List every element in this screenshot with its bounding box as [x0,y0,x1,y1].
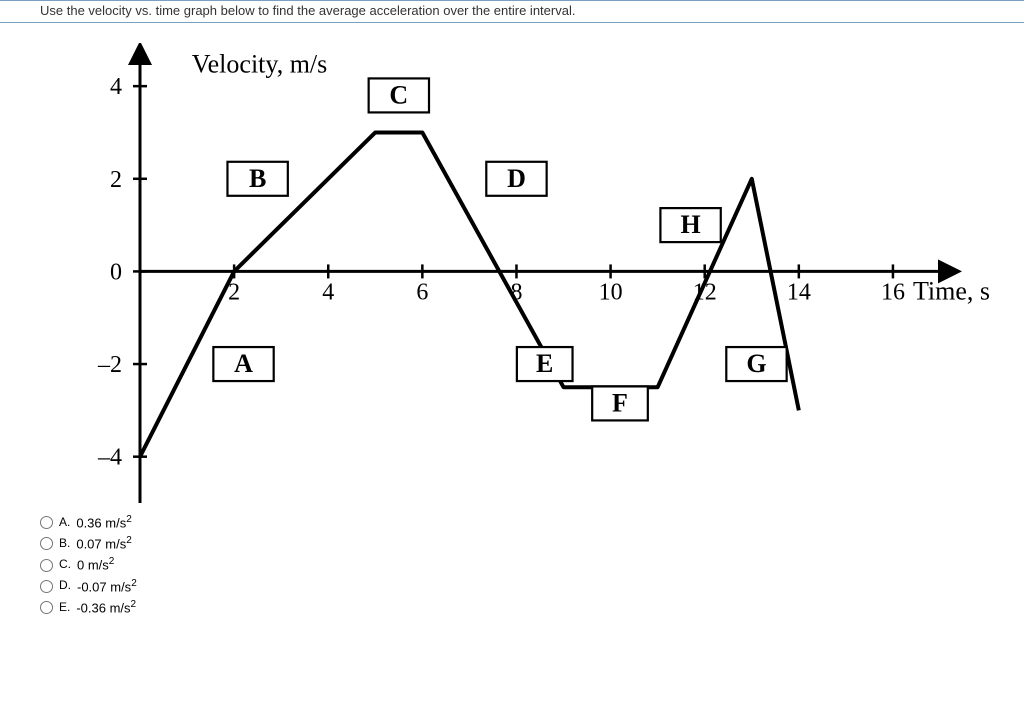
y-tick-label: 2 [110,167,122,193]
segment-label: G [746,349,766,378]
answer-option[interactable]: A. 0.36 m/s2 [40,513,1024,532]
segment-label: H [680,210,700,239]
segment-label: C [389,80,408,109]
option-letter: B. [59,536,70,552]
y-tick-label: –2 [97,352,122,378]
option-exponent: 2 [126,535,132,546]
chart-svg: 246810121416–4–2024Velocity, m/sTime, sA… [70,43,990,513]
answer-radio[interactable] [40,580,53,593]
x-tick-label: 16 [881,279,905,305]
x-tick-label: 14 [787,279,811,305]
option-letter: D. [59,578,71,594]
option-text: 0.36 m/s2 [76,513,131,532]
option-text: 0 m/s2 [77,555,114,574]
option-exponent: 2 [109,556,115,567]
answer-radio[interactable] [40,537,53,550]
segment-label: B [249,164,266,193]
y-axis-title: Velocity, m/s [192,49,328,78]
x-tick-label: 4 [322,279,334,305]
option-exponent: 2 [131,578,137,589]
option-text: -0.36 m/s2 [76,598,136,617]
answer-option[interactable]: E. -0.36 m/s2 [40,598,1024,617]
question-text: Use the velocity vs. time graph below to… [0,0,1024,23]
segment-label: E [536,349,553,378]
option-letter: C. [59,557,71,573]
option-text: -0.07 m/s2 [77,577,137,596]
x-tick-label: 6 [416,279,428,305]
answer-options: A. 0.36 m/s2 B. 0.07 m/s2 C. 0 m/s2 D. -0.07 m/… [0,503,1024,617]
answer-option[interactable]: B. 0.07 m/s2 [40,534,1024,553]
option-exponent: 2 [131,599,137,610]
x-tick-label: 10 [599,279,623,305]
option-exponent: 2 [126,514,132,525]
answer-option[interactable]: C. 0 m/s2 [40,555,1024,574]
answer-radio[interactable] [40,601,53,614]
segment-label: A [234,349,253,378]
x-axis-title: Time, s [913,276,990,305]
option-letter: E. [59,600,70,616]
y-tick-label: 4 [110,74,122,100]
answer-radio[interactable] [40,516,53,529]
y-tick-label: 0 [110,259,122,285]
answer-radio[interactable] [40,559,53,572]
answer-option[interactable]: D. -0.07 m/s2 [40,577,1024,596]
y-tick-label: –4 [97,445,122,471]
velocity-time-chart: 246810121416–4–2024Velocity, m/sTime, sA… [0,23,1024,503]
option-letter: A. [59,515,70,531]
option-text: 0.07 m/s2 [76,534,131,553]
segment-label: F [612,388,628,417]
segment-label: D [507,164,526,193]
